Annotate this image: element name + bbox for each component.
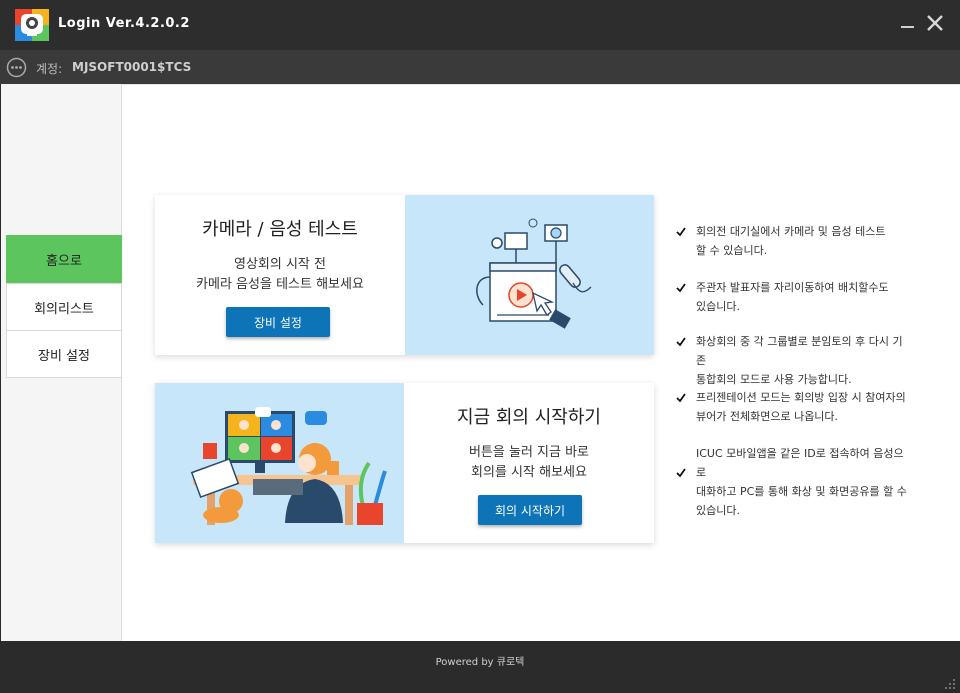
- check-icon: [676, 393, 686, 403]
- powered-by-text: Powered by 큐로텍: [435, 657, 525, 668]
- feature-text: 주관자 발표자를 자리이동하여 배치할수도 있습니다.: [696, 281, 889, 313]
- sidebar-item-meeting-list[interactable]: 회의리스트: [6, 283, 122, 331]
- start-meeting-illustration: [155, 383, 404, 543]
- app-title: Login Ver.4.2.0.2: [58, 16, 190, 31]
- device-test-title: 카메라 / 음성 테스트: [202, 219, 358, 240]
- video-conference-icon: [190, 407, 387, 525]
- feature-text: 프리젠테이션 모드는 회의방 입장 시 참여자의 뷰어가 전체화면으로 나옵니다.: [696, 391, 906, 423]
- start-meeting-desc-1: 버튼을 눌러 지금 바로: [468, 445, 590, 460]
- account-id: MJSOFT0001$TCS: [72, 60, 192, 74]
- start-meeting-title: 지금 회의 시작하기: [457, 407, 601, 428]
- webcam-logo-icon: [15, 9, 49, 41]
- camera-equipment-icon: [476, 218, 592, 329]
- device-test-desc-2: 카메라 음성을 테스트 해보세요: [196, 277, 364, 292]
- sidebar-item-device-settings[interactable]: 장비 설정: [6, 330, 122, 378]
- resize-grip-icon[interactable]: [944, 678, 956, 690]
- device-settings-button[interactable]: 장비 설정: [226, 307, 330, 337]
- feature-text: 화상회의 중 각 그룹별로 분임토의 후 다시 기존 통합회의 모드로 사용 가능…: [696, 335, 903, 386]
- footer: Powered by 큐로텍: [0, 641, 960, 693]
- account-bar: 계정: MJSOFT0001$TCS: [0, 50, 960, 84]
- device-test-illustration: [405, 195, 654, 355]
- check-icon: [676, 283, 686, 293]
- check-icon: [676, 227, 686, 237]
- start-meeting-button[interactable]: 회의 시작하기: [478, 495, 582, 525]
- sidebar: 홈으로 회의리스트 장비 설정: [1, 84, 122, 641]
- device-test-desc-1: 영상회의 시작 전: [234, 257, 326, 272]
- sidebar-item-home[interactable]: 홈으로: [6, 235, 122, 283]
- device-test-card: 카메라 / 음성 테스트 영상회의 시작 전 카메라 음성을 테스트 해보세요 …: [155, 195, 654, 355]
- close-icon[interactable]: [924, 12, 946, 34]
- minimize-icon[interactable]: [898, 14, 918, 34]
- more-icon[interactable]: [6, 57, 27, 78]
- check-icon: [676, 337, 686, 347]
- feature-text: ICUC 모바일앱을 같은 ID로 접속하여 음성으로 대화하고 PC를 통해 화…: [696, 447, 907, 517]
- start-meeting-card: 지금 회의 시작하기 버튼을 눌러 지금 바로 회의를 시작 해보세요 회의 시…: [155, 383, 654, 543]
- start-meeting-desc-2: 회의를 시작 해보세요: [471, 465, 587, 480]
- title-bar[interactable]: Login Ver.4.2.0.2: [0, 0, 960, 50]
- check-icon: [676, 468, 686, 478]
- account-label: 계정:: [36, 62, 63, 76]
- feature-text: 회의전 대기실에서 카메라 및 음성 테스트 할 수 있습니다.: [696, 225, 886, 257]
